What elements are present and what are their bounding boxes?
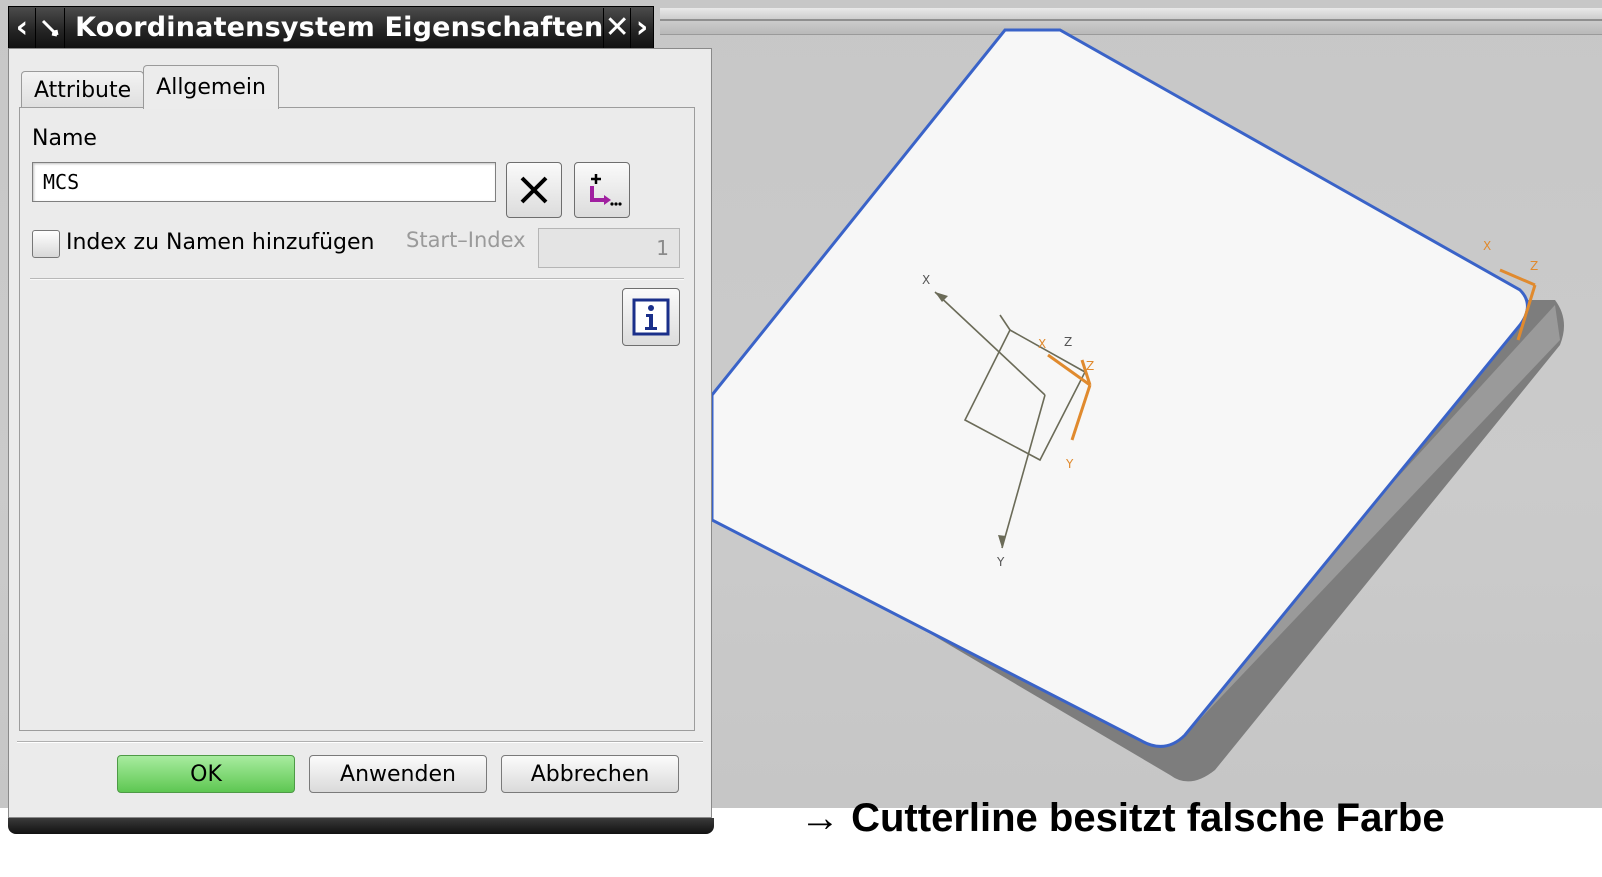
- start-index-label: Start–Index: [406, 228, 526, 252]
- close-icon[interactable]: ✕: [603, 7, 630, 48]
- name-input[interactable]: [32, 162, 496, 202]
- name-label: Name: [32, 126, 97, 151]
- cancel-button[interactable]: Abbrechen: [501, 755, 679, 793]
- index-checkbox-label[interactable]: Index zu Namen hinzufügen: [66, 230, 375, 255]
- dialog-titlebar[interactable]: ‹ Koordinatensystem Eigenschaften ✕ ›: [8, 6, 654, 48]
- dialog-title: Koordinatensystem Eigenschaften: [75, 12, 604, 43]
- footer-separator: [17, 741, 703, 743]
- dialog-bottom-edge: [8, 818, 714, 834]
- info-icon: [632, 298, 670, 336]
- mcs-x-label: X: [922, 273, 930, 287]
- chevron-left-icon[interactable]: ‹: [9, 7, 36, 48]
- dialog-body: Attribute Allgemein Name Index zu Nam: [8, 48, 712, 818]
- mcs-z-label: Z: [1064, 335, 1072, 349]
- mcs-y-label: Y: [996, 555, 1005, 569]
- index-checkbox[interactable]: [32, 230, 60, 258]
- part-top-face: [710, 28, 1529, 748]
- apply-button[interactable]: Anwenden: [309, 755, 487, 793]
- clear-name-button[interactable]: [506, 162, 562, 218]
- tab-attribute[interactable]: Attribute: [21, 71, 145, 109]
- start-index-field: 1: [538, 228, 680, 268]
- panel-divider: [30, 278, 684, 280]
- wcs-y-label: Y: [1065, 457, 1074, 471]
- annotation-caption: → Cutterline besitzt falsche Farbe: [800, 796, 1445, 840]
- corner-x-label: X: [1483, 239, 1491, 253]
- tab-strip: Attribute Allgemein: [21, 65, 279, 109]
- add-expression-button[interactable]: [574, 162, 630, 218]
- corner-z-label: Z: [1530, 259, 1538, 273]
- general-tab-panel: Name Index zu Namen hinzufügen Start–Ind…: [19, 107, 695, 731]
- info-button[interactable]: [622, 288, 680, 346]
- coordinate-system-properties-dialog: ‹ Koordinatensystem Eigenschaften ✕ › At…: [8, 6, 714, 834]
- wcs-x-label: X: [1038, 337, 1046, 351]
- ok-button[interactable]: OK: [117, 755, 295, 793]
- add-expression-icon: [590, 174, 622, 206]
- wcs-z-label: Z: [1086, 359, 1094, 373]
- pin-icon[interactable]: [36, 7, 66, 48]
- tab-allgemein[interactable]: Allgemein: [143, 65, 279, 109]
- chevron-right-icon[interactable]: ›: [630, 7, 653, 48]
- clear-x-icon: [520, 176, 548, 204]
